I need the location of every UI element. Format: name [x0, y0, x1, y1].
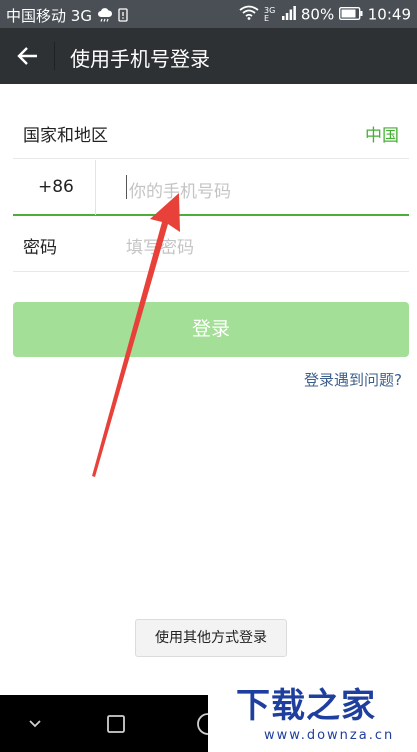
clock: 10:49	[367, 5, 411, 24]
watermark: 下载之家 www.downza.cn	[208, 676, 417, 752]
watermark-title: 下载之家	[236, 686, 376, 726]
arrow-left-icon	[8, 47, 48, 80]
country-label: 国家和地区	[23, 126, 108, 146]
country-value[interactable]: 中国	[365, 121, 399, 146]
status-left: 中国移动 3G	[6, 5, 128, 26]
carrier-label: 中国移动	[6, 7, 67, 25]
page-title: 使用手机号登录	[70, 47, 210, 71]
phone-row: +86 你的手机号码	[13, 160, 409, 216]
battery-percent: 80%	[300, 5, 335, 24]
app-bar: 使用手机号登录	[0, 28, 417, 84]
square-recent-icon[interactable]	[106, 714, 126, 738]
country-code-divider	[95, 160, 96, 215]
text-cursor	[126, 175, 127, 199]
sim-notification-icon	[117, 7, 128, 26]
back-button[interactable]	[8, 36, 48, 76]
country-code[interactable]: +86	[38, 177, 74, 197]
chevron-down-icon[interactable]	[26, 714, 44, 736]
login-help-link[interactable]: 登录遇到问题?	[304, 369, 402, 390]
password-input[interactable]: 填写密码	[126, 233, 194, 258]
battery-icon	[338, 6, 368, 24]
network-type: 3G	[70, 7, 92, 25]
other-login-button[interactable]: 使用其他方式登录	[135, 619, 287, 657]
password-row: 密码 填写密码	[13, 217, 409, 272]
cloud-icon	[97, 7, 113, 26]
signal-network-label: 3G E	[264, 6, 275, 23]
phone-number-input[interactable]: 你的手机号码	[129, 177, 231, 202]
circle-home-icon[interactable]	[196, 712, 209, 740]
system-nav-bar	[0, 695, 209, 752]
country-region-row[interactable]: 国家和地区 中国	[13, 104, 409, 159]
wifi-icon	[239, 5, 264, 24]
status-right: 3G E 80% 10:49	[239, 5, 411, 24]
password-label: 密码	[23, 238, 57, 258]
watermark-url: www.downza.cn	[264, 728, 395, 743]
signal-icon	[282, 6, 301, 24]
app-bar-divider	[54, 42, 55, 70]
signal-bottom-label: E	[264, 13, 270, 23]
status-bar: 中国移动 3G 3G E 80% 10:49	[0, 0, 417, 28]
login-button[interactable]: 登录	[13, 302, 409, 357]
